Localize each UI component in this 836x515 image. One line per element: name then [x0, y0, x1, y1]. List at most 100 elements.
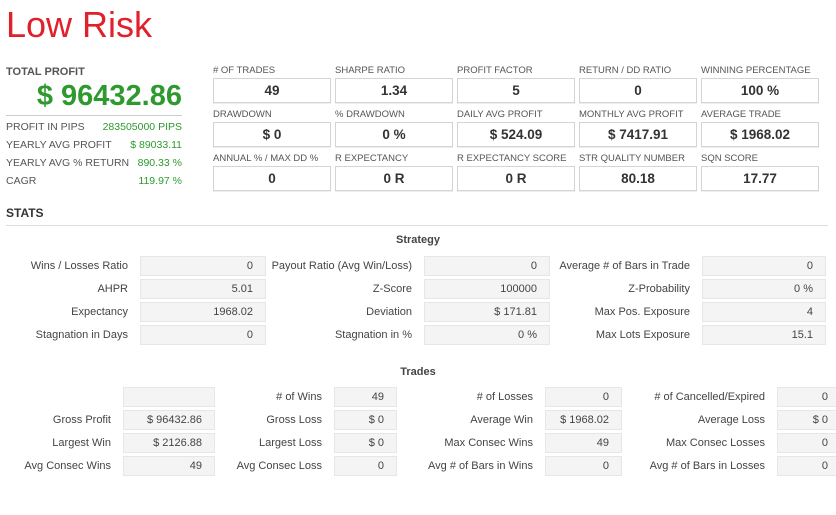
stats-divider [6, 225, 828, 226]
kpi-daily-avg-profit: DAILY AVG PROFIT $ 524.09 [457, 109, 575, 147]
stat-value-max-pos-exposure: 4 [702, 301, 826, 322]
stat-value-of-losses: 0 [545, 386, 622, 407]
stat-value-expectancy: 1968.02 [140, 301, 266, 322]
kpi-drawdown: DRAWDOWN $ 0 [213, 109, 331, 147]
kpi-value: 100 % [701, 78, 819, 103]
metric-value: $ 89033.11 [130, 139, 182, 151]
metric-label: CAGR [6, 175, 37, 187]
stat-label-average-loss: Average Loss [697, 413, 765, 426]
stat-label-of-cancelled-expired: # of Cancelled/Expired [654, 390, 765, 403]
stats-heading: STATS [6, 206, 44, 220]
kpi-label: DAILY AVG PROFIT [457, 109, 543, 120]
kpi-label: PROFIT FACTOR [457, 65, 533, 76]
kpi-label: STR QUALITY NUMBER [579, 153, 685, 164]
kpi-drawdown: % DRAWDOWN 0 % [335, 109, 453, 147]
kpi-str-quality-number: STR QUALITY NUMBER 80.18 [579, 153, 697, 191]
total-profit-panel: TOTAL PROFIT $ 96432.86 PROFIT IN PIPS 2… [6, 66, 182, 188]
kpi-label: AVERAGE TRADE [701, 109, 781, 120]
total-profit-label: TOTAL PROFIT [6, 66, 85, 78]
kpi-annual-max-dd: ANNUAL % / MAX DD % 0 [213, 153, 331, 191]
stat-label-max-consec-losses: Max Consec Losses [665, 436, 765, 449]
kpi-value: 0 R [335, 166, 453, 191]
stat-label-largest-win: Largest Win [52, 436, 111, 449]
metric-value: 890.33 % [137, 157, 182, 169]
kpi-label: % DRAWDOWN [335, 109, 405, 120]
kpi-value: $ 7417.91 [579, 122, 697, 147]
stat-value-avg-of-bars-in-wins: 0 [545, 455, 622, 476]
kpi-value: 17.77 [701, 166, 819, 191]
metric-label: PROFIT IN PIPS [6, 121, 85, 133]
page-title: Low Risk [6, 4, 153, 45]
stat-value-gross-loss: $ 0 [334, 409, 397, 430]
stat-value-z-score: 100000 [424, 278, 550, 299]
stat-label-gross-loss: Gross Loss [266, 413, 322, 426]
kpi-sharpe-ratio: SHARPE RATIO 1.34 [335, 65, 453, 103]
stat-label-max-lots-exposure: Max Lots Exposure [595, 328, 690, 341]
stat-value-avg-consec-loss: 0 [334, 455, 397, 476]
stat-value-max-consec-wins: 49 [545, 432, 622, 453]
stat-label-of-wins: # of Wins [276, 390, 322, 403]
stats-row: # of Wins 49 # of Losses 0 # of Cancelled/Ex… [0, 385, 836, 408]
stat-value-average-of-bars-in-trade: 0 [702, 255, 826, 276]
kpi-r-expectancy-score: R EXPECTANCY SCORE 0 R [457, 153, 575, 191]
stat-label-max-pos-exposure: Max Pos. Exposure [594, 305, 690, 318]
stat-label-wins-losses-ratio: Wins / Losses Ratio [30, 259, 128, 272]
kpi-r-expectancy: R EXPECTANCY 0 R [335, 153, 453, 191]
metric-label: YEARLY AVG PROFIT [6, 139, 112, 151]
stat-value-average-win: $ 1968.02 [545, 409, 622, 430]
kpi-value: 49 [213, 78, 331, 103]
strategy-stats-table: Wins / Losses Ratio 0 Payout Ratio (Avg Wi… [0, 254, 826, 346]
stats-row: Stagnation in Days 0 Stagnation in % 0 % Max… [0, 323, 826, 346]
metric-value: 283505000 PIPS [102, 121, 182, 133]
kpi-profit-factor: PROFIT FACTOR 5 [457, 65, 575, 103]
stats-row: Wins / Losses Ratio 0 Payout Ratio (Avg Wi… [0, 254, 826, 277]
stat-value-of-cancelled-expired: 0 [777, 386, 836, 407]
stat-label-max-consec-wins: Max Consec Wins [444, 436, 533, 449]
kpi-average-trade: AVERAGE TRADE $ 1968.02 [701, 109, 819, 147]
stat-value-largest-loss: $ 0 [334, 432, 397, 453]
stat-value-max-lots-exposure: 15.1 [702, 324, 826, 345]
divider [6, 115, 182, 116]
kpi-winning-percentage: WINNING PERCENTAGE 100 % [701, 65, 819, 103]
kpi-label: MONTHLY AVG PROFIT [579, 109, 684, 120]
kpi-label: R EXPECTANCY [335, 153, 409, 164]
total-profit-value: $ 96432.86 [36, 80, 182, 112]
kpi-label: WINNING PERCENTAGE [701, 65, 811, 76]
strategy-section-title: Strategy [395, 234, 441, 246]
kpi-value: 0 % [335, 122, 453, 147]
stat-label-ahpr: AHPR [97, 282, 128, 295]
kpi-label: SQN SCORE [701, 153, 759, 164]
stat-label-average-win: Average Win [470, 413, 533, 426]
stat-label-of-losses: # of Losses [476, 390, 533, 403]
yearly-avg-profit-row: YEARLY AVG PROFIT $ 89033.11 [6, 138, 182, 152]
stat-value-wins-losses-ratio: 0 [140, 255, 266, 276]
metric-label: YEARLY AVG % RETURN [6, 157, 130, 169]
kpi-label: SHARPE RATIO [335, 65, 406, 76]
stat-label-z-probability: Z-Probability [628, 282, 690, 295]
stat-value-gross-profit: $ 96432.86 [123, 409, 215, 430]
stat-label-payout-ratio-avg-win-loss: Payout Ratio (Avg Win/Loss) [271, 259, 412, 272]
stat-label-deviation: Deviation [366, 305, 412, 318]
stat-value-avg-of-bars-in-losses: 0 [777, 455, 836, 476]
stat-label-largest-loss: Largest Loss [259, 436, 322, 449]
kpi-label: DRAWDOWN [213, 109, 272, 120]
stat-value-ahpr: 5.01 [140, 278, 266, 299]
kpi-value: $ 0 [213, 122, 331, 147]
kpi-value: 80.18 [579, 166, 697, 191]
kpi-value: $ 1968.02 [701, 122, 819, 147]
kpi-value: 0 [213, 166, 331, 191]
stat-value-empty [123, 386, 215, 407]
stat-label-z-score: Z-Score [372, 282, 412, 295]
stat-label-avg-consec-wins: Avg Consec Wins [24, 459, 111, 472]
profit-in-pips-row: PROFIT IN PIPS 283505000 PIPS [6, 120, 182, 134]
kpi-label: RETURN / DD RATIO [579, 65, 672, 76]
yearly-avg-return-row: YEARLY AVG % RETURN 890.33 % [6, 156, 182, 170]
kpi-value: 0 [579, 78, 697, 103]
stat-value-max-consec-losses: 0 [777, 432, 836, 453]
stat-value-payout-ratio-avg-win-loss: 0 [424, 255, 550, 276]
kpi-value: $ 524.09 [457, 122, 575, 147]
kpi-value: 5 [457, 78, 575, 103]
stat-value-stagnation-in: 0 % [424, 324, 550, 345]
kpi-return-dd-ratio: RETURN / DD RATIO 0 [579, 65, 697, 103]
kpi-label: # OF TRADES [213, 65, 276, 76]
